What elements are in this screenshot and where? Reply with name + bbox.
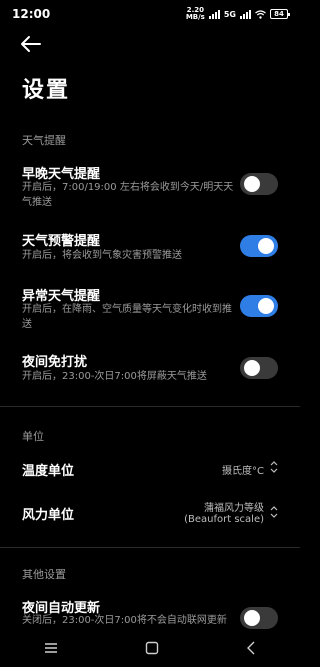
menu-icon[interactable] [44,642,58,654]
toggle-knob [258,238,274,254]
home-icon[interactable] [145,641,159,655]
night-dnd-title: 夜间免打扰 [22,355,88,370]
temperature-unit-label[interactable]: 温度单位 [22,460,74,479]
status-time: 12:00 [12,7,51,21]
toggle-knob [244,610,260,626]
temperature-unit-value[interactable]: 摄氏度°C [222,462,264,477]
back-arrow-icon[interactable] [18,34,42,54]
page-title: 设置 [22,78,71,103]
network-type: 5G [223,9,236,19]
section-header-weather-alerts: 天气提醒 [22,134,66,147]
section-divider [0,406,300,407]
signal-icon [208,9,220,19]
status-bar: 12:00 2.20 MB/s 5G 84 [0,0,300,28]
abnormal-weather-alert-toggle[interactable] [240,295,278,317]
signal-icon-2 [240,9,251,19]
morning-evening-alert-toggle[interactable] [240,173,278,195]
network-speed-unit: MB/s [185,13,205,21]
section-header-units: 单位 [22,430,44,443]
night-auto-update-desc: 关闭后，23:00-次日7:00将不会自动联网更新 [22,615,227,626]
abnormal-weather-alert-desc: 开启后，在降雨、空气质量等天气变化时收到推送 [22,304,232,330]
toggle-knob [244,176,260,192]
section-divider [0,547,300,548]
warning-alert-title: 天气预警提醒 [22,234,101,249]
back-icon[interactable] [246,641,256,655]
toggle-knob [244,360,260,376]
battery-icon: 84 [270,9,290,19]
night-dnd-desc: 开启后，23:00-次日7:00将屏蔽天气推送 [22,371,207,382]
night-auto-update-toggle[interactable] [240,607,278,629]
section-header-other: 其他设置 [22,568,66,581]
chevron-updown-icon[interactable] [269,505,279,519]
warning-alert-toggle[interactable] [240,235,278,257]
chevron-updown-icon[interactable] [269,460,279,474]
toggle-knob [258,298,274,314]
morning-evening-alert-desc: 开启后，7:00/19:00 左右将会收到今天/明天天气推送 [22,182,234,208]
wifi-icon [255,9,266,19]
night-dnd-toggle[interactable] [240,357,278,379]
wind-unit-value-line1[interactable]: 蒲福风力等级 [204,499,264,514]
status-icons: 2.20 MB/s 5G 84 [186,7,290,21]
battery-level: 84 [274,10,284,18]
network-speed: 2.20 MB/s [186,7,205,21]
system-nav-bar [0,628,300,667]
warning-alert-desc: 开启后，将会收到气象灾害预警推送 [22,250,182,261]
wind-unit-label[interactable]: 风力单位 [22,504,74,523]
wind-unit-value-line2[interactable]: (Beaufort scale) [184,514,264,525]
